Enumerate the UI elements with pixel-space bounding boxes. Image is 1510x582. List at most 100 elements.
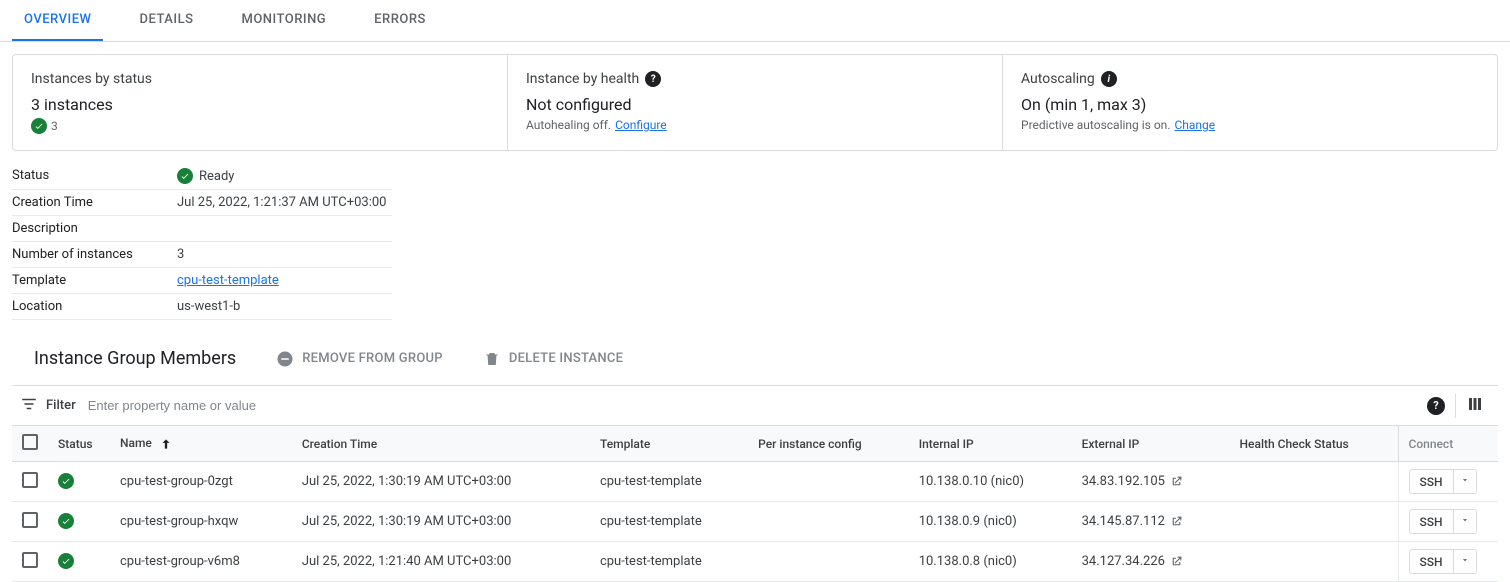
check-icon [58,553,74,569]
remove-icon [276,350,294,368]
tab-monitoring[interactable]: MONITORING [229,0,338,41]
cell-external: 34.145.87.112 [1072,502,1230,542]
cell-name: cpu-test-group-0zgt [110,462,292,502]
row-checkbox[interactable] [22,472,38,488]
prop-label-creation: Creation Time [12,195,177,210]
members-header: Instance Group Members REMOVE FROM GROUP… [0,332,1510,377]
tab-errors[interactable]: ERRORS [362,0,438,41]
col-config[interactable]: Per instance config [748,426,909,462]
autohealing-sub: Autohealing off. Configure [526,118,984,132]
summary-cards: Instances by status 3 instances 3 Instan… [12,54,1498,151]
prop-value-template: cpu-test-template [177,273,279,288]
prop-label-status: Status [12,168,177,184]
cell-internal: 10.138.0.8 (nic0) [909,542,1072,582]
cell-health [1230,542,1398,582]
check-icon [31,118,47,134]
tab-details[interactable]: DETAILS [127,0,205,41]
prop-value-status: Ready [177,168,234,184]
instances-table: Status Name Creation Time Template Per i… [12,426,1498,582]
check-icon [58,513,74,529]
ssh-dropdown[interactable] [1453,550,1476,573]
instance-by-health-card: Instance by health ? Not configured Auto… [507,55,1002,150]
cell-template: cpu-test-template [590,502,748,542]
autoscaling-status: On (min 1, max 3) [1021,95,1479,114]
help-icon[interactable]: ? [1427,397,1445,415]
cell-health [1230,462,1398,502]
row-checkbox[interactable] [22,552,38,568]
cell-health [1230,502,1398,542]
prop-value-creation: Jul 25, 2022, 1:21:37 AM UTC+03:00 [177,195,386,210]
ssh-dropdown[interactable] [1453,510,1476,533]
help-icon[interactable]: ? [645,71,661,87]
filter-icon[interactable] [20,395,38,417]
ssh-button[interactable]: SSH [1409,509,1477,534]
col-connect: Connect [1398,426,1498,462]
external-link-icon[interactable] [1168,514,1183,529]
instances-by-status-card: Instances by status 3 instances 3 [13,55,507,150]
remove-from-group-button[interactable]: REMOVE FROM GROUP [276,350,443,368]
health-status: Not configured [526,95,984,114]
table-row: cpu-test-group-v6m8Jul 25, 2022, 1:21:40… [12,542,1498,582]
cell-creation: Jul 25, 2022, 1:30:19 AM UTC+03:00 [292,462,590,502]
info-icon[interactable]: i [1101,71,1117,87]
col-template[interactable]: Template [590,426,748,462]
cell-template: cpu-test-template [590,462,748,502]
ssh-button[interactable]: SSH [1409,469,1477,494]
ssh-button[interactable]: SSH [1409,549,1477,574]
predictive-sub: Predictive autoscaling is on. Change [1021,118,1479,132]
cell-config [748,462,909,502]
prop-label-description: Description [12,221,177,236]
divider [1455,394,1456,418]
table-row: cpu-test-group-hxqwJul 25, 2022, 1:30:19… [12,502,1498,542]
cell-creation: Jul 25, 2022, 1:30:19 AM UTC+03:00 [292,502,590,542]
check-icon [177,168,193,184]
members-title: Instance Group Members [34,348,236,369]
delete-instance-button[interactable]: DELETE INSTANCE [483,350,623,368]
prop-label-location: Location [12,299,177,314]
cell-name: cpu-test-group-v6m8 [110,542,292,582]
template-link[interactable]: cpu-test-template [177,273,279,288]
filter-input[interactable] [84,392,1413,419]
col-external[interactable]: External IP [1072,426,1230,462]
filter-bar: Filter ? [12,385,1498,426]
col-creation[interactable]: Creation Time [292,426,590,462]
select-all-checkbox[interactable] [22,434,38,450]
instances-count: 3 instances [31,95,489,114]
change-link[interactable]: Change [1174,118,1215,132]
ssh-dropdown[interactable] [1453,470,1476,493]
sort-asc-icon [155,436,173,450]
configure-link[interactable]: Configure [615,118,667,132]
tabs: OVERVIEW DETAILS MONITORING ERRORS [0,0,1510,42]
cell-internal: 10.138.0.9 (nic0) [909,502,1072,542]
cell-internal: 10.138.0.10 (nic0) [909,462,1072,502]
prop-label-template: Template [12,273,177,288]
cell-external: 34.83.192.105 [1072,462,1230,502]
card-title: Autoscaling i [1021,71,1479,87]
table-row: cpu-test-group-0zgtJul 25, 2022, 1:30:19… [12,462,1498,502]
row-checkbox[interactable] [22,512,38,528]
properties-table: Status Ready Creation Time Jul 25, 2022,… [12,163,392,320]
card-title: Instances by status [31,71,489,87]
running-count: 3 [51,119,58,133]
cell-external: 34.127.34.226 [1072,542,1230,582]
col-status[interactable]: Status [48,426,110,462]
tab-overview[interactable]: OVERVIEW [12,0,103,41]
check-icon [58,473,74,489]
status-breakdown: 3 [31,118,489,134]
cell-config [748,542,909,582]
filter-label: Filter [46,398,76,413]
external-link-icon[interactable] [1168,474,1183,489]
external-link-icon[interactable] [1168,554,1183,569]
cell-name: cpu-test-group-hxqw [110,502,292,542]
card-title: Instance by health ? [526,71,984,87]
columns-icon[interactable] [1466,395,1484,417]
col-internal[interactable]: Internal IP [909,426,1072,462]
prop-value-location: us-west1-b [177,299,240,314]
autoscaling-card: Autoscaling i On (min 1, max 3) Predicti… [1002,55,1497,150]
prop-label-num: Number of instances [12,247,177,262]
col-name[interactable]: Name [110,426,292,462]
cell-config [748,502,909,542]
prop-value-num: 3 [177,247,184,262]
cell-template: cpu-test-template [590,542,748,582]
col-health[interactable]: Health Check Status [1230,426,1398,462]
